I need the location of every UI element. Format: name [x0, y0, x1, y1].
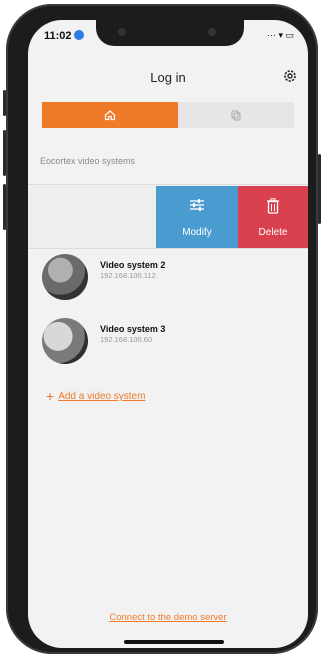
- page-title: Log in: [150, 70, 186, 85]
- app-screen: 11:02 ··· ▾ ▭ Log in Eocortex video syst…: [28, 20, 308, 648]
- swiped-list-item[interactable]: Modify Delete: [28, 186, 308, 248]
- gear-icon[interactable]: [282, 68, 298, 84]
- mute-switch: [3, 90, 6, 116]
- add-video-system-link[interactable]: + Add a video system: [46, 388, 145, 404]
- trash-icon: [267, 198, 279, 214]
- list-item[interactable]: Video system 2 192.168.100.112: [42, 254, 292, 300]
- phone-frame: 11:02 ··· ▾ ▭ Log in Eocortex video syst…: [3, 4, 321, 654]
- sliders-icon: [190, 199, 204, 211]
- tab-home[interactable]: [42, 102, 178, 128]
- volume-up-button: [3, 130, 6, 176]
- home-indicator[interactable]: [124, 640, 224, 644]
- section-label: Eocortex video systems: [40, 156, 136, 166]
- delete-label: Delete: [258, 227, 288, 238]
- add-video-system-label: Add a video system: [58, 391, 146, 402]
- video-system-ip: 192.168.100.112: [100, 271, 156, 280]
- modify-label: Modify: [182, 227, 212, 238]
- camera-icon: [118, 28, 126, 36]
- power-button: [318, 154, 321, 224]
- demo-server-link[interactable]: Connect to the demo server: [28, 612, 308, 623]
- tab-cloud[interactable]: [178, 102, 294, 128]
- status-time-text: 11:02: [44, 30, 72, 42]
- wifi-icon: ▾: [278, 30, 283, 40]
- status-time: 11:02: [44, 30, 84, 42]
- volume-down-button: [3, 184, 6, 230]
- home-icon: [104, 110, 116, 121]
- divider: [28, 248, 308, 249]
- video-system-ip: 192.168.100.60: [100, 335, 153, 344]
- divider: [28, 184, 308, 185]
- modify-button[interactable]: Modify: [156, 186, 238, 248]
- notch: [96, 20, 244, 46]
- signal-icon: ···: [266, 30, 276, 40]
- mode-tabs: [42, 102, 294, 128]
- cloud-icon: [231, 110, 241, 121]
- sensor-icon: [208, 28, 216, 36]
- avatar: [42, 318, 88, 364]
- avatar: [42, 254, 88, 300]
- plus-icon: +: [46, 388, 55, 404]
- video-system-name: Video system 2: [100, 260, 166, 270]
- delete-button[interactable]: Delete: [238, 186, 308, 248]
- video-system-name: Video system 3: [100, 324, 166, 334]
- list-item[interactable]: Video system 3 192.168.100.60: [42, 318, 292, 364]
- location-icon: [73, 30, 84, 40]
- battery-icon: ▭: [285, 30, 294, 40]
- status-icons: ··· ▾ ▭: [267, 30, 294, 41]
